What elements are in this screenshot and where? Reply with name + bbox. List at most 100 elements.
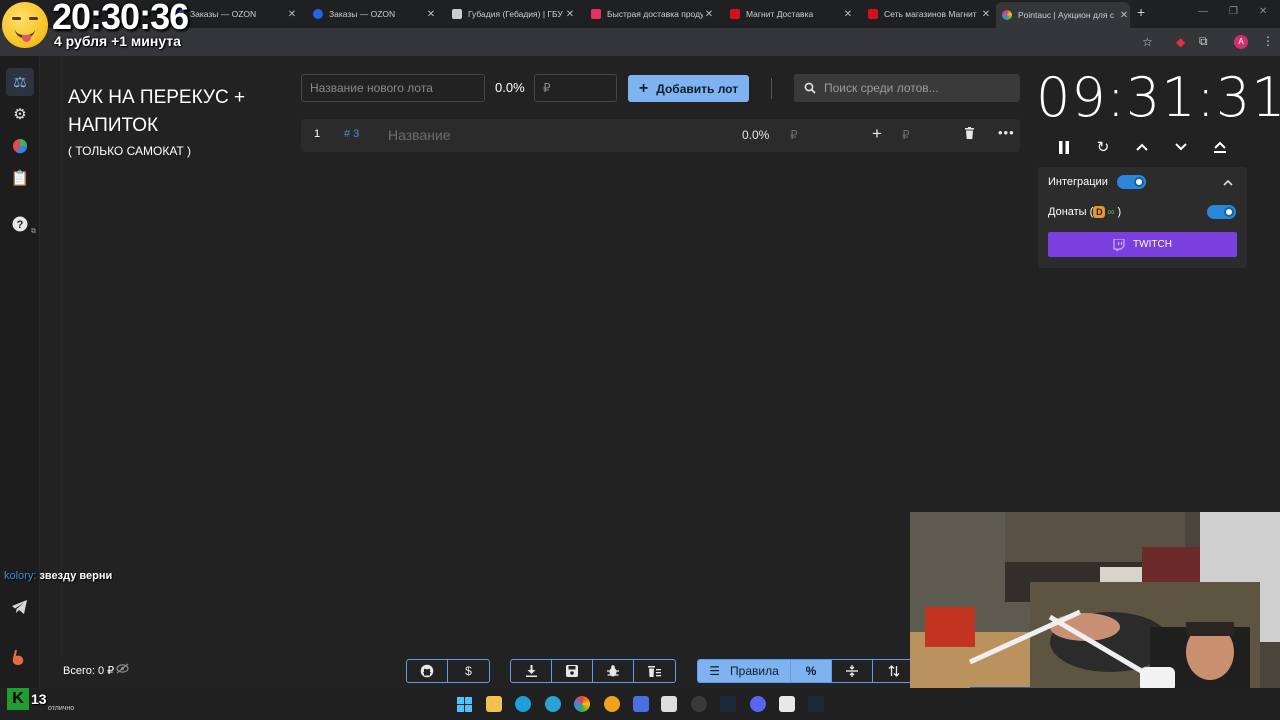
boosty-icon[interactable]	[11, 650, 25, 670]
bug-report-icon[interactable]	[593, 660, 634, 682]
settings-gear-icon[interactable]: ⚙	[9, 103, 31, 125]
percent-toggle-button[interactable]: %	[791, 660, 832, 682]
rules-button[interactable]: ☰ Правила	[698, 660, 791, 682]
overlay-subtitle: 4 рубля +1 минута	[54, 33, 181, 49]
tab-title: Заказы — OZON	[190, 9, 257, 19]
minimize-button[interactable]: —	[1198, 6, 1208, 17]
edge-icon[interactable]	[515, 696, 531, 712]
tab-pointauc[interactable]: Pointauc | Аукцион для с ✕	[996, 2, 1130, 28]
integrations-toggle[interactable]	[1117, 175, 1146, 189]
discord-icon[interactable]	[750, 696, 766, 712]
lot-add-amount-input[interactable]: ₽	[902, 128, 910, 142]
delete-lot-icon[interactable]	[964, 127, 975, 142]
more-options-icon[interactable]: •••	[998, 125, 1015, 140]
maximize-button[interactable]: ❐	[1229, 6, 1238, 17]
rules-list-icon: ☰	[709, 664, 721, 678]
clear-lots-icon[interactable]	[634, 660, 675, 682]
reset-icon[interactable]: ↻	[1093, 137, 1113, 157]
donations-label-text: Донаты (	[1048, 206, 1094, 218]
donations-label: Донаты (D ∞ )	[1048, 206, 1121, 219]
telegram-icon[interactable]	[11, 600, 28, 618]
address-bar-row	[0, 28, 1280, 56]
tab-title: Заказы — OZON	[329, 9, 396, 19]
auction-gavel-icon[interactable]: ⚖	[6, 68, 34, 96]
save-icon[interactable]	[552, 660, 593, 682]
subtract-time-icon[interactable]	[1171, 137, 1191, 157]
bookmark-star-icon[interactable]: ☆	[1142, 35, 1153, 49]
lot-name-input[interactable]: Название	[388, 127, 451, 143]
telegram-taskbar-icon[interactable]	[545, 696, 561, 712]
close-tab-icon[interactable]: ✕	[703, 9, 715, 20]
donatepay-icon: ∞	[1107, 206, 1115, 218]
tab-magnit-delivery[interactable]: Магнит Доставка ✕	[724, 4, 854, 24]
github-icon[interactable]	[407, 660, 448, 682]
add-lot-button[interactable]: + Добавить лот	[628, 75, 749, 102]
tab-gubadia[interactable]: Губадия (Гебадия) | ГБУ ✕	[446, 4, 576, 24]
chat-text: звезду верни	[39, 570, 113, 582]
help-icon[interactable]: ?	[9, 213, 31, 235]
file-explorer-icon[interactable]	[486, 696, 502, 712]
donationalerts-icon: D	[1093, 206, 1106, 219]
tab-samokat[interactable]: Быстрая доставка проду ✕	[585, 4, 715, 24]
double-time-icon[interactable]	[1210, 137, 1230, 157]
close-tab-icon[interactable]: ✕	[564, 9, 576, 20]
pause-icon[interactable]	[1054, 137, 1074, 157]
auction-title: АУК НА ПЕРЕКУС + НАПИТОК	[68, 87, 246, 136]
calculator-icon[interactable]	[779, 696, 795, 712]
total-amount: Всего: 0 ₽	[63, 665, 115, 677]
tab-ozon-orders-2[interactable]: Заказы — OZON ✕	[307, 4, 437, 24]
new-tab-button[interactable]: +	[1137, 4, 1145, 20]
profile-avatar[interactable]: A	[1234, 35, 1248, 49]
search-placeholder: Поиск среди лотов...	[824, 81, 939, 95]
obs-icon[interactable]	[691, 696, 707, 712]
stats-icon[interactable]	[633, 696, 649, 712]
tab-magnit-stores[interactable]: Сеть магазинов Магнит ✕	[862, 4, 992, 24]
kick-icon: K	[7, 688, 29, 710]
donations-toggle[interactable]	[1207, 205, 1236, 219]
pointauc-icon	[1002, 10, 1012, 20]
collapse-chevron-icon[interactable]	[1223, 175, 1233, 189]
add-time-icon[interactable]	[1132, 137, 1152, 157]
samokat-icon	[591, 9, 601, 19]
sort-icon[interactable]	[873, 660, 914, 682]
ozon-icon	[313, 9, 323, 19]
close-tab-icon[interactable]: ✕	[286, 9, 298, 20]
donate-dollar-icon[interactable]: $	[448, 660, 489, 682]
browser-menu-icon[interactable]: ⋮	[1262, 34, 1274, 48]
twitch-button[interactable]: TWITCH	[1048, 232, 1237, 257]
lot-search-input[interactable]: Поиск среди лотов...	[794, 74, 1020, 102]
yandex-icon[interactable]	[604, 696, 620, 712]
history-clipboard-icon[interactable]: 📋	[9, 167, 31, 189]
emoji-face-icon	[2, 2, 48, 48]
wheel-chart-icon[interactable]	[9, 135, 31, 157]
close-window-button[interactable]: ✕	[1259, 6, 1267, 17]
eye-off-icon[interactable]	[116, 663, 129, 677]
chat-username: kolory:	[4, 570, 37, 582]
twitch-label: TWITCH	[1133, 239, 1172, 250]
windows-start-icon[interactable]	[456, 696, 472, 712]
download-icon[interactable]	[511, 660, 552, 682]
chrome-icon[interactable]	[574, 696, 590, 712]
close-tab-icon[interactable]: ✕	[425, 9, 437, 20]
tab-title: Быстрая доставка проду	[607, 9, 703, 19]
site-icon	[452, 9, 462, 19]
steam-icon[interactable]	[720, 696, 736, 712]
extension-icon[interactable]: ◆	[1176, 35, 1185, 49]
auction-timer: 09:31:31	[1036, 66, 1280, 129]
new-lot-name-input[interactable]: Название нового лота	[301, 74, 485, 102]
lot-percent: 0.0%	[742, 128, 770, 142]
app-icon[interactable]	[661, 696, 677, 712]
links-group: $	[406, 659, 490, 683]
svg-text:?: ?	[17, 219, 24, 231]
close-tab-icon[interactable]: ✕	[980, 9, 992, 20]
new-lot-percent: 0.0%	[495, 80, 525, 95]
steam-icon[interactable]	[808, 696, 824, 712]
close-tab-icon[interactable]: ✕	[1118, 10, 1130, 21]
close-tab-icon[interactable]: ✕	[842, 9, 854, 20]
lot-add-amount-icon[interactable]: +	[872, 124, 882, 144]
extensions-puzzle-icon[interactable]: ⧉	[1199, 34, 1208, 49]
left-divider	[61, 56, 62, 656]
new-lot-amount-input[interactable]: ₽	[534, 74, 617, 102]
add-lot-label: Добавить лот	[656, 81, 739, 96]
compact-view-icon[interactable]	[832, 660, 873, 682]
